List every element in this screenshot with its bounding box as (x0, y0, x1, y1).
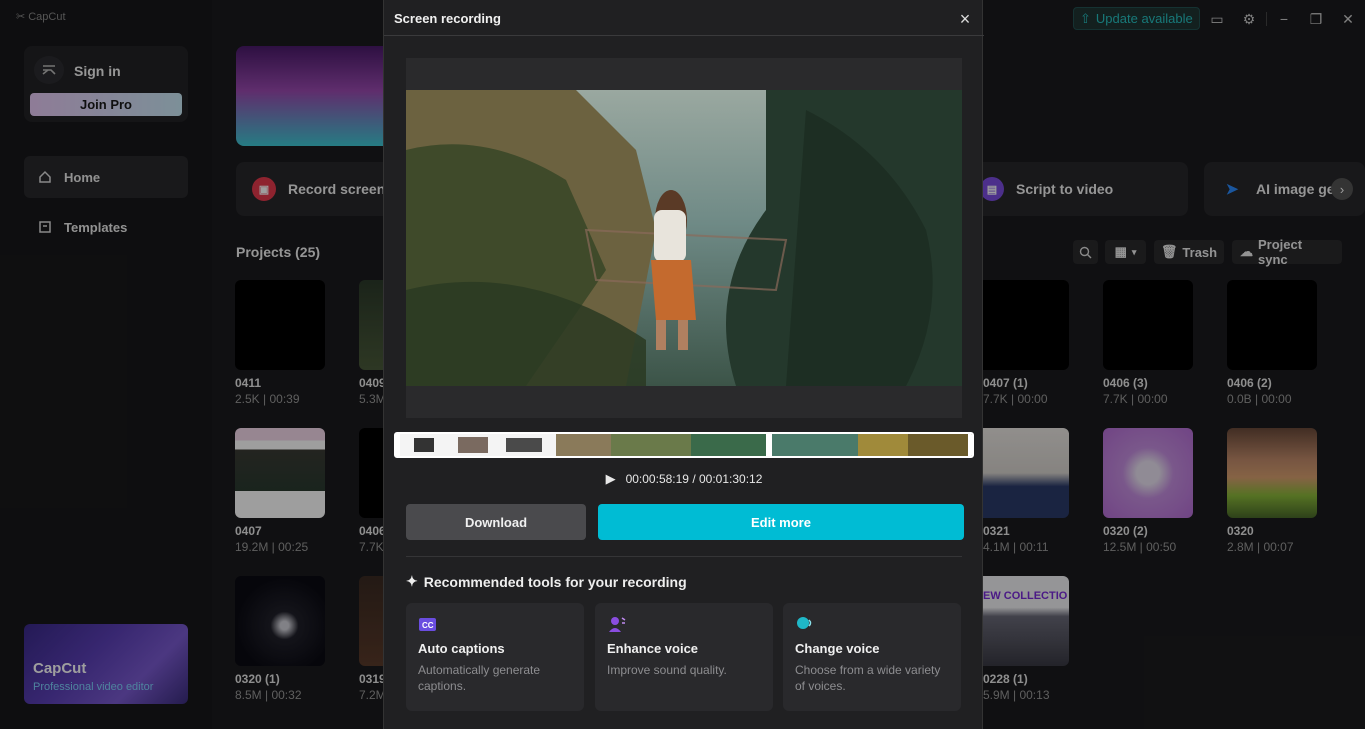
play-icon[interactable]: ▶ (606, 471, 616, 487)
download-button[interactable]: Download (406, 504, 586, 540)
card-title: Change voice (795, 641, 949, 656)
close-icon[interactable]: × (954, 8, 976, 30)
card-description: Improve sound quality. (607, 662, 761, 678)
card-description: Choose from a wide variety of voices. (795, 662, 949, 694)
card-title: Enhance voice (607, 641, 761, 656)
sparkle-icon: ✦ (406, 573, 418, 590)
dialog-title: Screen recording (394, 11, 501, 26)
divider (384, 35, 984, 36)
video-still-image (406, 90, 962, 386)
timeline-filmstrip[interactable] (394, 432, 974, 458)
recommended-tools-heading: ✦ Recommended tools for your recording (406, 573, 687, 590)
video-preview[interactable] (406, 58, 962, 418)
filmstrip-frames (396, 434, 972, 456)
capcut-app: ✂ CapCut Sign in Join Pro Home Templates… (0, 0, 1365, 729)
video-frame (406, 90, 962, 386)
enhance-voice-icon (607, 615, 627, 633)
enhance-voice-card[interactable]: Enhance voice Improve sound quality. (595, 603, 773, 711)
svg-text:CC: CC (422, 621, 434, 630)
auto-captions-card[interactable]: CC Auto captions Automatically generate … (406, 603, 584, 711)
card-title: Auto captions (418, 641, 572, 656)
card-description: Automatically generate captions. (418, 662, 572, 694)
screen-recording-dialog: Screen recording × (383, 0, 983, 729)
edit-more-button[interactable]: Edit more (598, 504, 964, 540)
timecode: 00:00:58:19 / 00:01:30:12 (626, 472, 763, 486)
divider (406, 556, 962, 557)
change-voice-card[interactable]: Change voice Choose from a wide variety … (783, 603, 961, 711)
playback-row: ▶ 00:00:58:19 / 00:01:30:12 (384, 470, 984, 488)
captions-icon: CC (418, 615, 438, 633)
change-voice-icon (795, 615, 815, 633)
